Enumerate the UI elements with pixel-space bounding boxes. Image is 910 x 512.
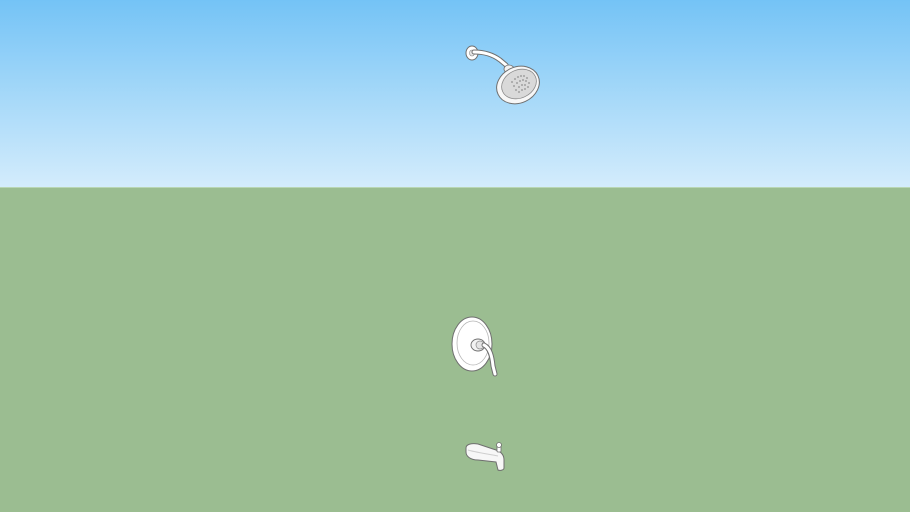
shower-valve-handle-icon[interactable] bbox=[446, 312, 506, 378]
tub-spout-icon[interactable] bbox=[460, 438, 510, 476]
horizon-line bbox=[0, 187, 910, 188]
model-viewport[interactable] bbox=[0, 0, 910, 512]
sky-background bbox=[0, 0, 910, 188]
shower-head-icon[interactable] bbox=[460, 38, 550, 110]
